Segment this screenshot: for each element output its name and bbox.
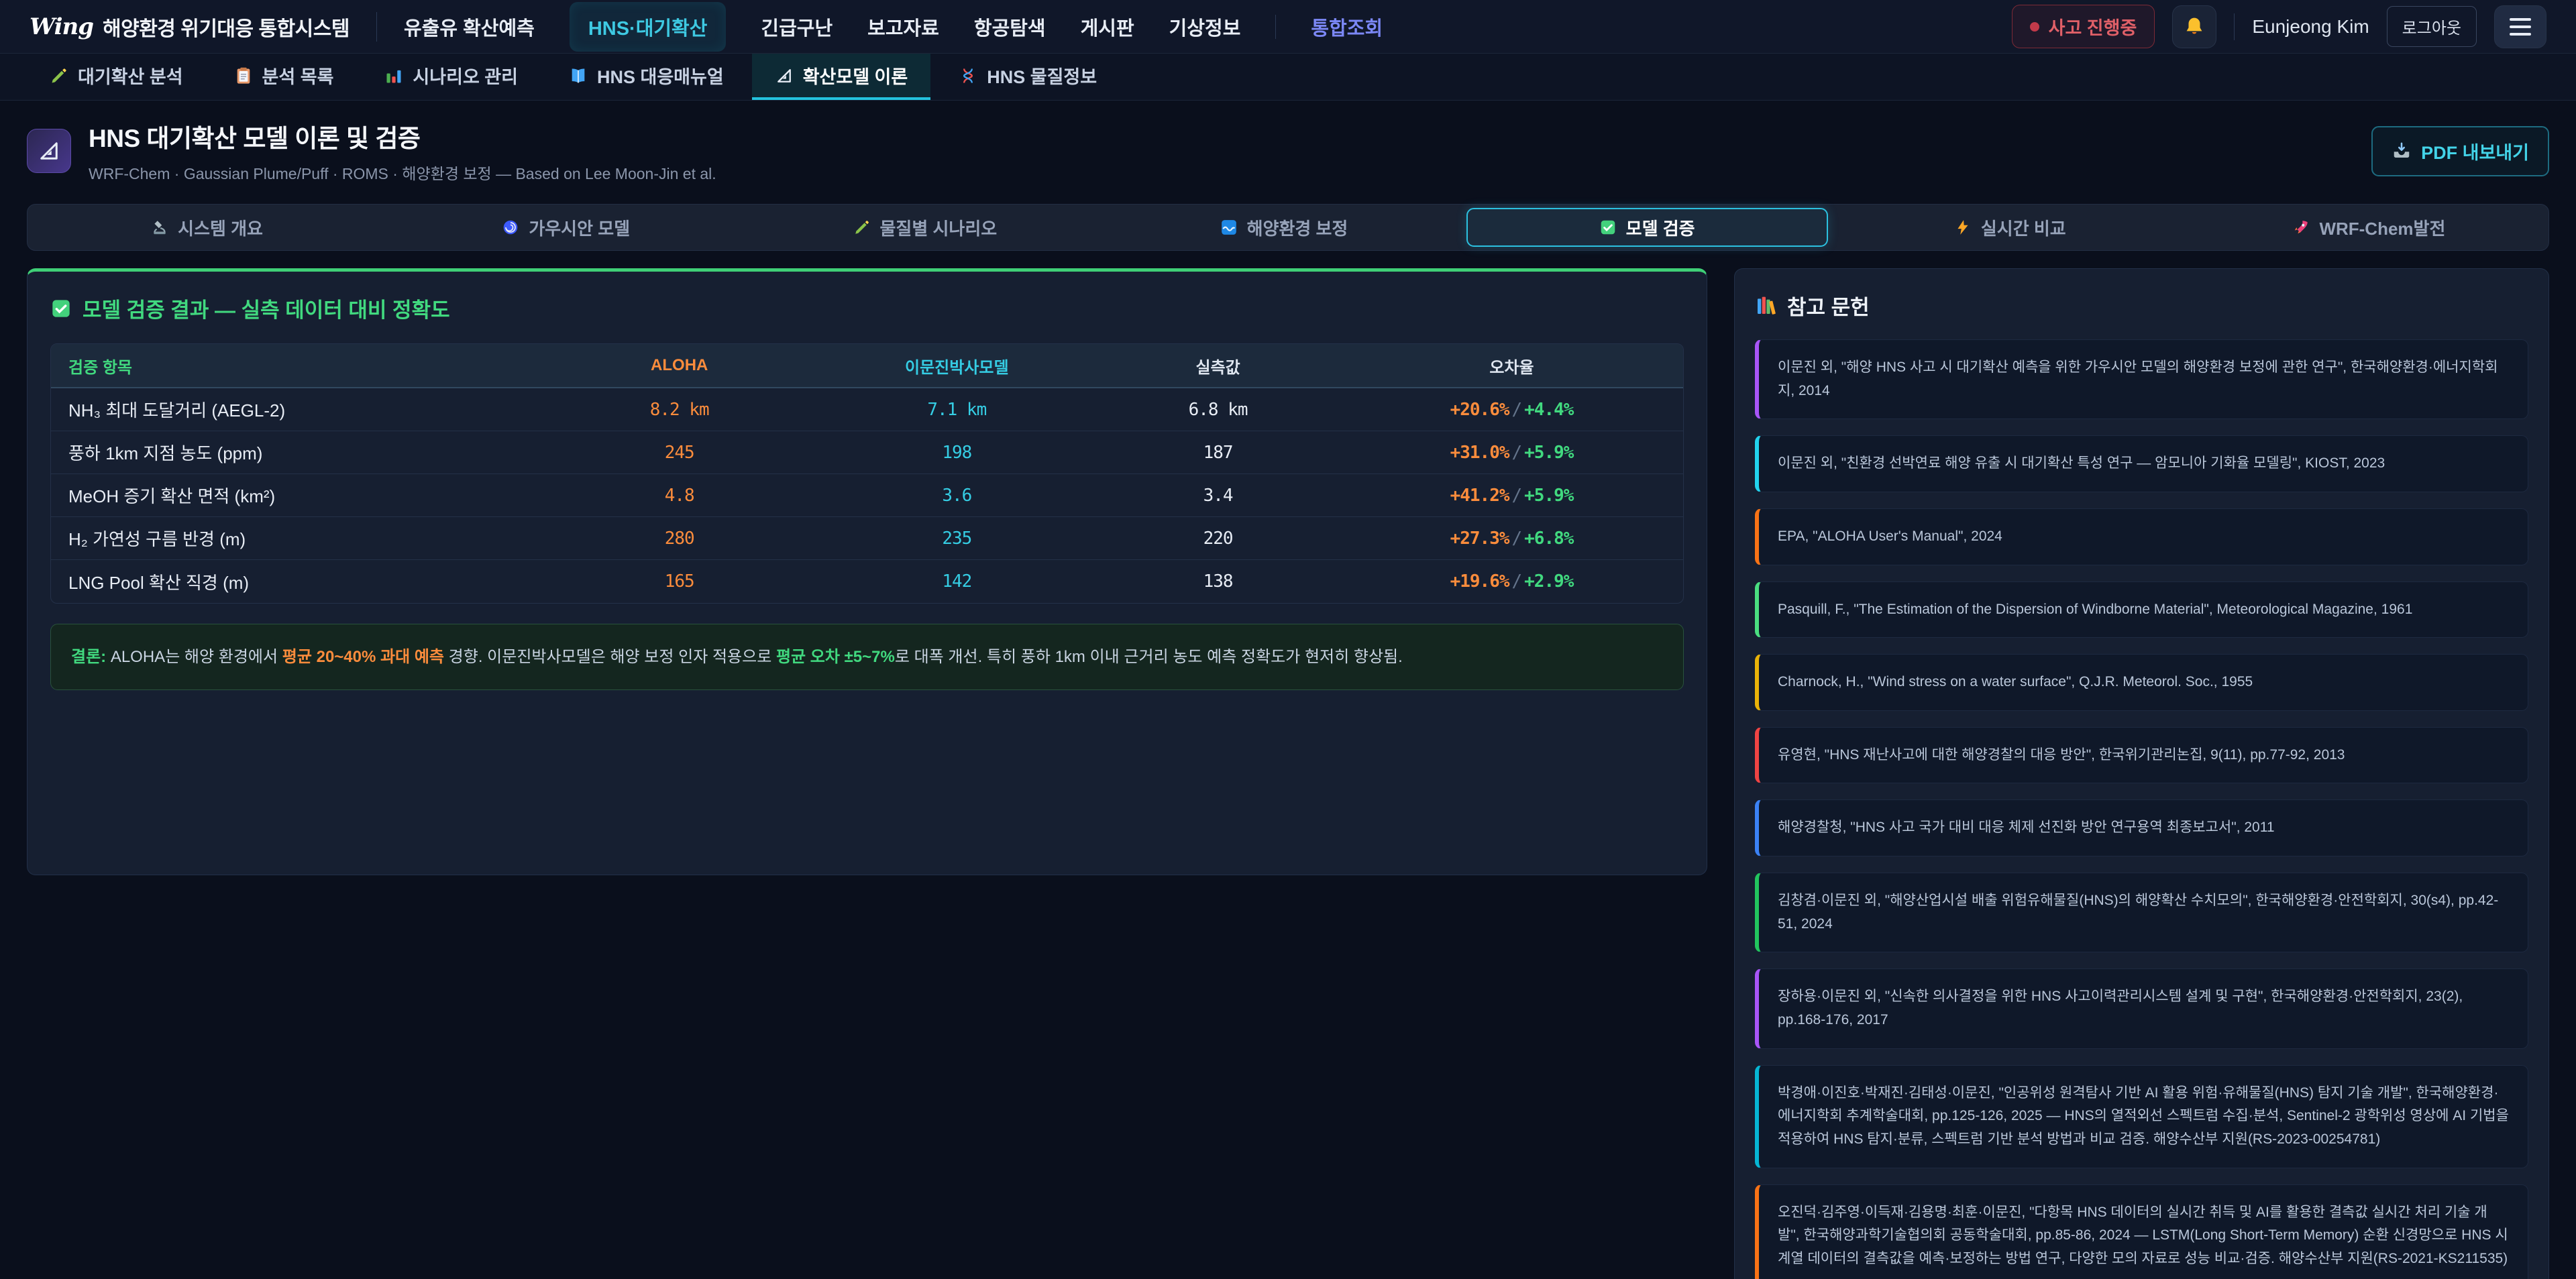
nav-item-oil-spill[interactable]: 유출유 확산예측	[404, 13, 535, 41]
reference-item: 이문진 외, "친환경 선박연료 해양 유출 시 대기확산 특성 연구 — 암모…	[1755, 435, 2528, 492]
nav-item-board[interactable]: 게시판	[1081, 13, 1134, 41]
pdf-export-button[interactable]: PDF 내보내기	[2371, 126, 2549, 176]
menu-button[interactable]	[2494, 5, 2546, 48]
incident-badge-label: 사고 진행중	[2049, 13, 2137, 40]
reference-item: 장하용·이문진 외, "신속한 의사결정을 위한 HNS 사고이력관리시스템 설…	[1755, 968, 2528, 1048]
tab-realtime-comparison[interactable]: 실시간 비교	[1831, 205, 2190, 250]
col-header-error: 오차율	[1340, 347, 1683, 384]
incident-dot-icon	[2030, 22, 2039, 32]
app-title: 해양환경 위기대응 통합시스템	[103, 12, 350, 42]
set-square-icon	[775, 66, 794, 85]
main-nav: 유출유 확산예측 HNS·대기확산 긴급구난 보고자료 항공탐색 게시판 기상정…	[404, 2, 1383, 52]
lightning-icon	[1954, 219, 1972, 236]
page-header: HNS 대기확산 모델 이론 및 검증 WRF-Chem · Gaussian …	[0, 101, 2576, 199]
tab-model-validation[interactable]: 모델 검증	[1466, 208, 1828, 247]
tab-marine-env-correction[interactable]: 해양환경 보정	[1104, 205, 1463, 250]
col-header-model: 이문진박사모델	[818, 347, 1096, 384]
page-title-block: HNS 대기확산 모델 이론 및 검증 WRF-Chem · Gaussian …	[89, 118, 716, 184]
microscope-icon	[151, 219, 168, 236]
nav-item-integrated-search[interactable]: 통합조회	[1311, 13, 1383, 41]
validation-table: 검증 항목 ALOHA 이문진박사모델 실측값 오차율 NH₃ 최대 도달거리 …	[50, 343, 1684, 604]
reference-item: 오진덕·김주영·이득재·김용명·최훈·이문진, "다항목 HNS 데이터의 실시…	[1755, 1184, 2528, 1279]
references-title: 참고 문헌	[1755, 290, 2528, 321]
tab-gaussian-model[interactable]: 가우시안 모델	[386, 205, 745, 250]
wave-icon	[1220, 219, 1238, 236]
sub-nav: 대기확산 분석 분석 목록 시나리오 관리 HNS 대응매뉴얼 확산모델 이론	[0, 54, 2576, 101]
incident-status-badge[interactable]: 사고 진행중	[2012, 5, 2155, 48]
check-box-icon	[50, 298, 72, 319]
tab-substance-scenarios[interactable]: 물질별 시나리오	[745, 205, 1104, 250]
subnav-item-hns-substance-info[interactable]: HNS 물질정보	[936, 54, 1120, 100]
clipboard-icon	[234, 66, 253, 85]
table-row: NH₃ 최대 도달거리 (AEGL-2) 8.2 km 7.1 km 6.8 k…	[51, 388, 1683, 431]
user-name: Eunjeong Kim	[2252, 16, 2369, 38]
top-right-cluster: 사고 진행중 Eunjeong Kim 로그아웃	[2012, 5, 2546, 48]
right-column: 참고 문헌 이문진 외, "해양 HNS 사고 시 대기확산 예측을 위한 가우…	[1734, 268, 2549, 1279]
reference-item: 이문진 외, "해양 HNS 사고 시 대기확산 예측을 위한 가우시안 모델의…	[1755, 339, 2528, 419]
notifications-button[interactable]	[2172, 5, 2216, 48]
reference-item: 김창겸·이문진 외, "해양산업시설 배출 위험유해물질(HNS)의 해양확산 …	[1755, 873, 2528, 952]
table-header-row: 검증 항목 ALOHA 이문진박사모델 실측값 오차율	[51, 344, 1683, 388]
col-header-measured: 실측값	[1095, 347, 1340, 384]
nav-divider	[1275, 15, 1276, 39]
top-right-divider	[2234, 13, 2235, 40]
set-square-icon	[37, 139, 61, 163]
dna-icon	[959, 66, 977, 85]
brand-divider	[376, 12, 377, 42]
top-bar: Wing 해양환경 위기대응 통합시스템 유출유 확산예측 HNS·대기확산 긴…	[0, 0, 2576, 54]
subnav-item-dispersion-analysis[interactable]: 대기확산 분석	[27, 54, 206, 100]
nav-item-weather[interactable]: 기상정보	[1169, 13, 1241, 41]
col-header-item: 검증 항목	[51, 347, 541, 384]
pencil-icon	[50, 66, 68, 85]
page-subtitle: WRF-Chem · Gaussian Plume/Puff · ROMS · …	[89, 161, 716, 184]
page-title: HNS 대기확산 모델 이론 및 검증	[89, 118, 716, 154]
subnav-item-analysis-list[interactable]: 분석 목록	[211, 54, 357, 100]
subnav-item-dispersion-model-theory[interactable]: 확산모델 이론	[752, 54, 931, 100]
reference-item: 박경애·이진호·박재진·김태성·이문진, "인공위성 원격탐사 기반 AI 활용…	[1755, 1065, 2528, 1168]
table-row: H₂ 가연성 구름 반경 (m) 280 235 220 +27.3%/+6.8…	[51, 517, 1683, 560]
hamburger-icon	[2510, 18, 2531, 21]
col-header-aloha: ALOHA	[541, 349, 818, 382]
pencil-icon	[853, 219, 871, 236]
brand: Wing 해양환경 위기대응 통합시스템	[30, 12, 350, 42]
page-icon-badge	[27, 129, 71, 173]
nav-item-reports[interactable]: 보고자료	[867, 13, 939, 41]
open-book-icon	[569, 66, 588, 85]
tab-system-overview[interactable]: 시스템 개요	[28, 205, 386, 250]
table-row: 풍하 1km 지점 농도 (ppm) 245 198 187 +31.0%/+5…	[51, 431, 1683, 474]
pdf-export-label: PDF 내보내기	[2421, 138, 2529, 164]
reference-list: 이문진 외, "해양 HNS 사고 시 대기확산 예측을 위한 가우시안 모델의…	[1755, 339, 2528, 1279]
reference-item: Pasquill, F., "The Estimation of the Dis…	[1755, 581, 2528, 638]
rocket-icon	[2292, 219, 2310, 236]
subnav-item-hns-manual[interactable]: HNS 대응매뉴얼	[546, 54, 747, 100]
cyclone-icon	[502, 219, 519, 236]
nav-item-emergency-rescue[interactable]: 긴급구난	[761, 13, 833, 41]
main-content: 모델 검증 결과 — 실측 데이터 대비 정확도 검증 항목 ALOHA 이문진…	[27, 268, 2549, 1279]
nav-item-hns-dispersion[interactable]: HNS·대기확산	[570, 2, 727, 52]
model-validation-panel: 모델 검증 결과 — 실측 데이터 대비 정확도 검증 항목 ALOHA 이문진…	[27, 268, 1707, 875]
tab-wrf-chem[interactable]: WRF-Chem발전	[2190, 205, 2548, 250]
bar-chart-icon	[384, 66, 403, 85]
check-box-icon	[1599, 219, 1617, 236]
logout-button[interactable]: 로그아웃	[2387, 6, 2477, 47]
download-tray-icon	[2392, 141, 2412, 161]
nav-item-aerial-search[interactable]: 항공탐색	[974, 13, 1046, 41]
books-icon	[1755, 295, 1776, 317]
table-row: MeOH 증기 확산 면적 (km²) 4.8 3.6 3.4 +41.2%/+…	[51, 474, 1683, 517]
logo: Wing	[30, 13, 93, 40]
table-row: LNG Pool 확산 직경 (m) 165 142 138 +19.6%/+2…	[51, 560, 1683, 603]
subnav-item-scenario-management[interactable]: 시나리오 관리	[362, 54, 541, 100]
bell-icon	[2183, 15, 2206, 38]
validation-panel-title: 모델 검증 결과 — 실측 데이터 대비 정확도	[50, 293, 1684, 323]
reference-item: EPA, "ALOHA User's Manual", 2024	[1755, 508, 2528, 565]
references-panel: 참고 문헌 이문진 외, "해양 HNS 사고 시 대기확산 예측을 위한 가우…	[1734, 268, 2549, 1279]
reference-item: 유영현, "HNS 재난사고에 대한 해양경찰의 대응 방안", 한국위기관리논…	[1755, 727, 2528, 784]
section-tabbar: 시스템 개요 가우시안 모델 물질별 시나리오 해양환경 보정 모델 검증	[27, 204, 2549, 251]
reference-item: Charnock, H., "Wind stress on a water su…	[1755, 654, 2528, 711]
reference-item: 해양경찰청, "HNS 사고 국가 대비 대응 체제 선진화 방안 연구용역 최…	[1755, 799, 2528, 856]
conclusion-note: 결론: ALOHA는 해양 환경에서 평균 20~40% 과대 예측 경향. 이…	[50, 624, 1684, 690]
